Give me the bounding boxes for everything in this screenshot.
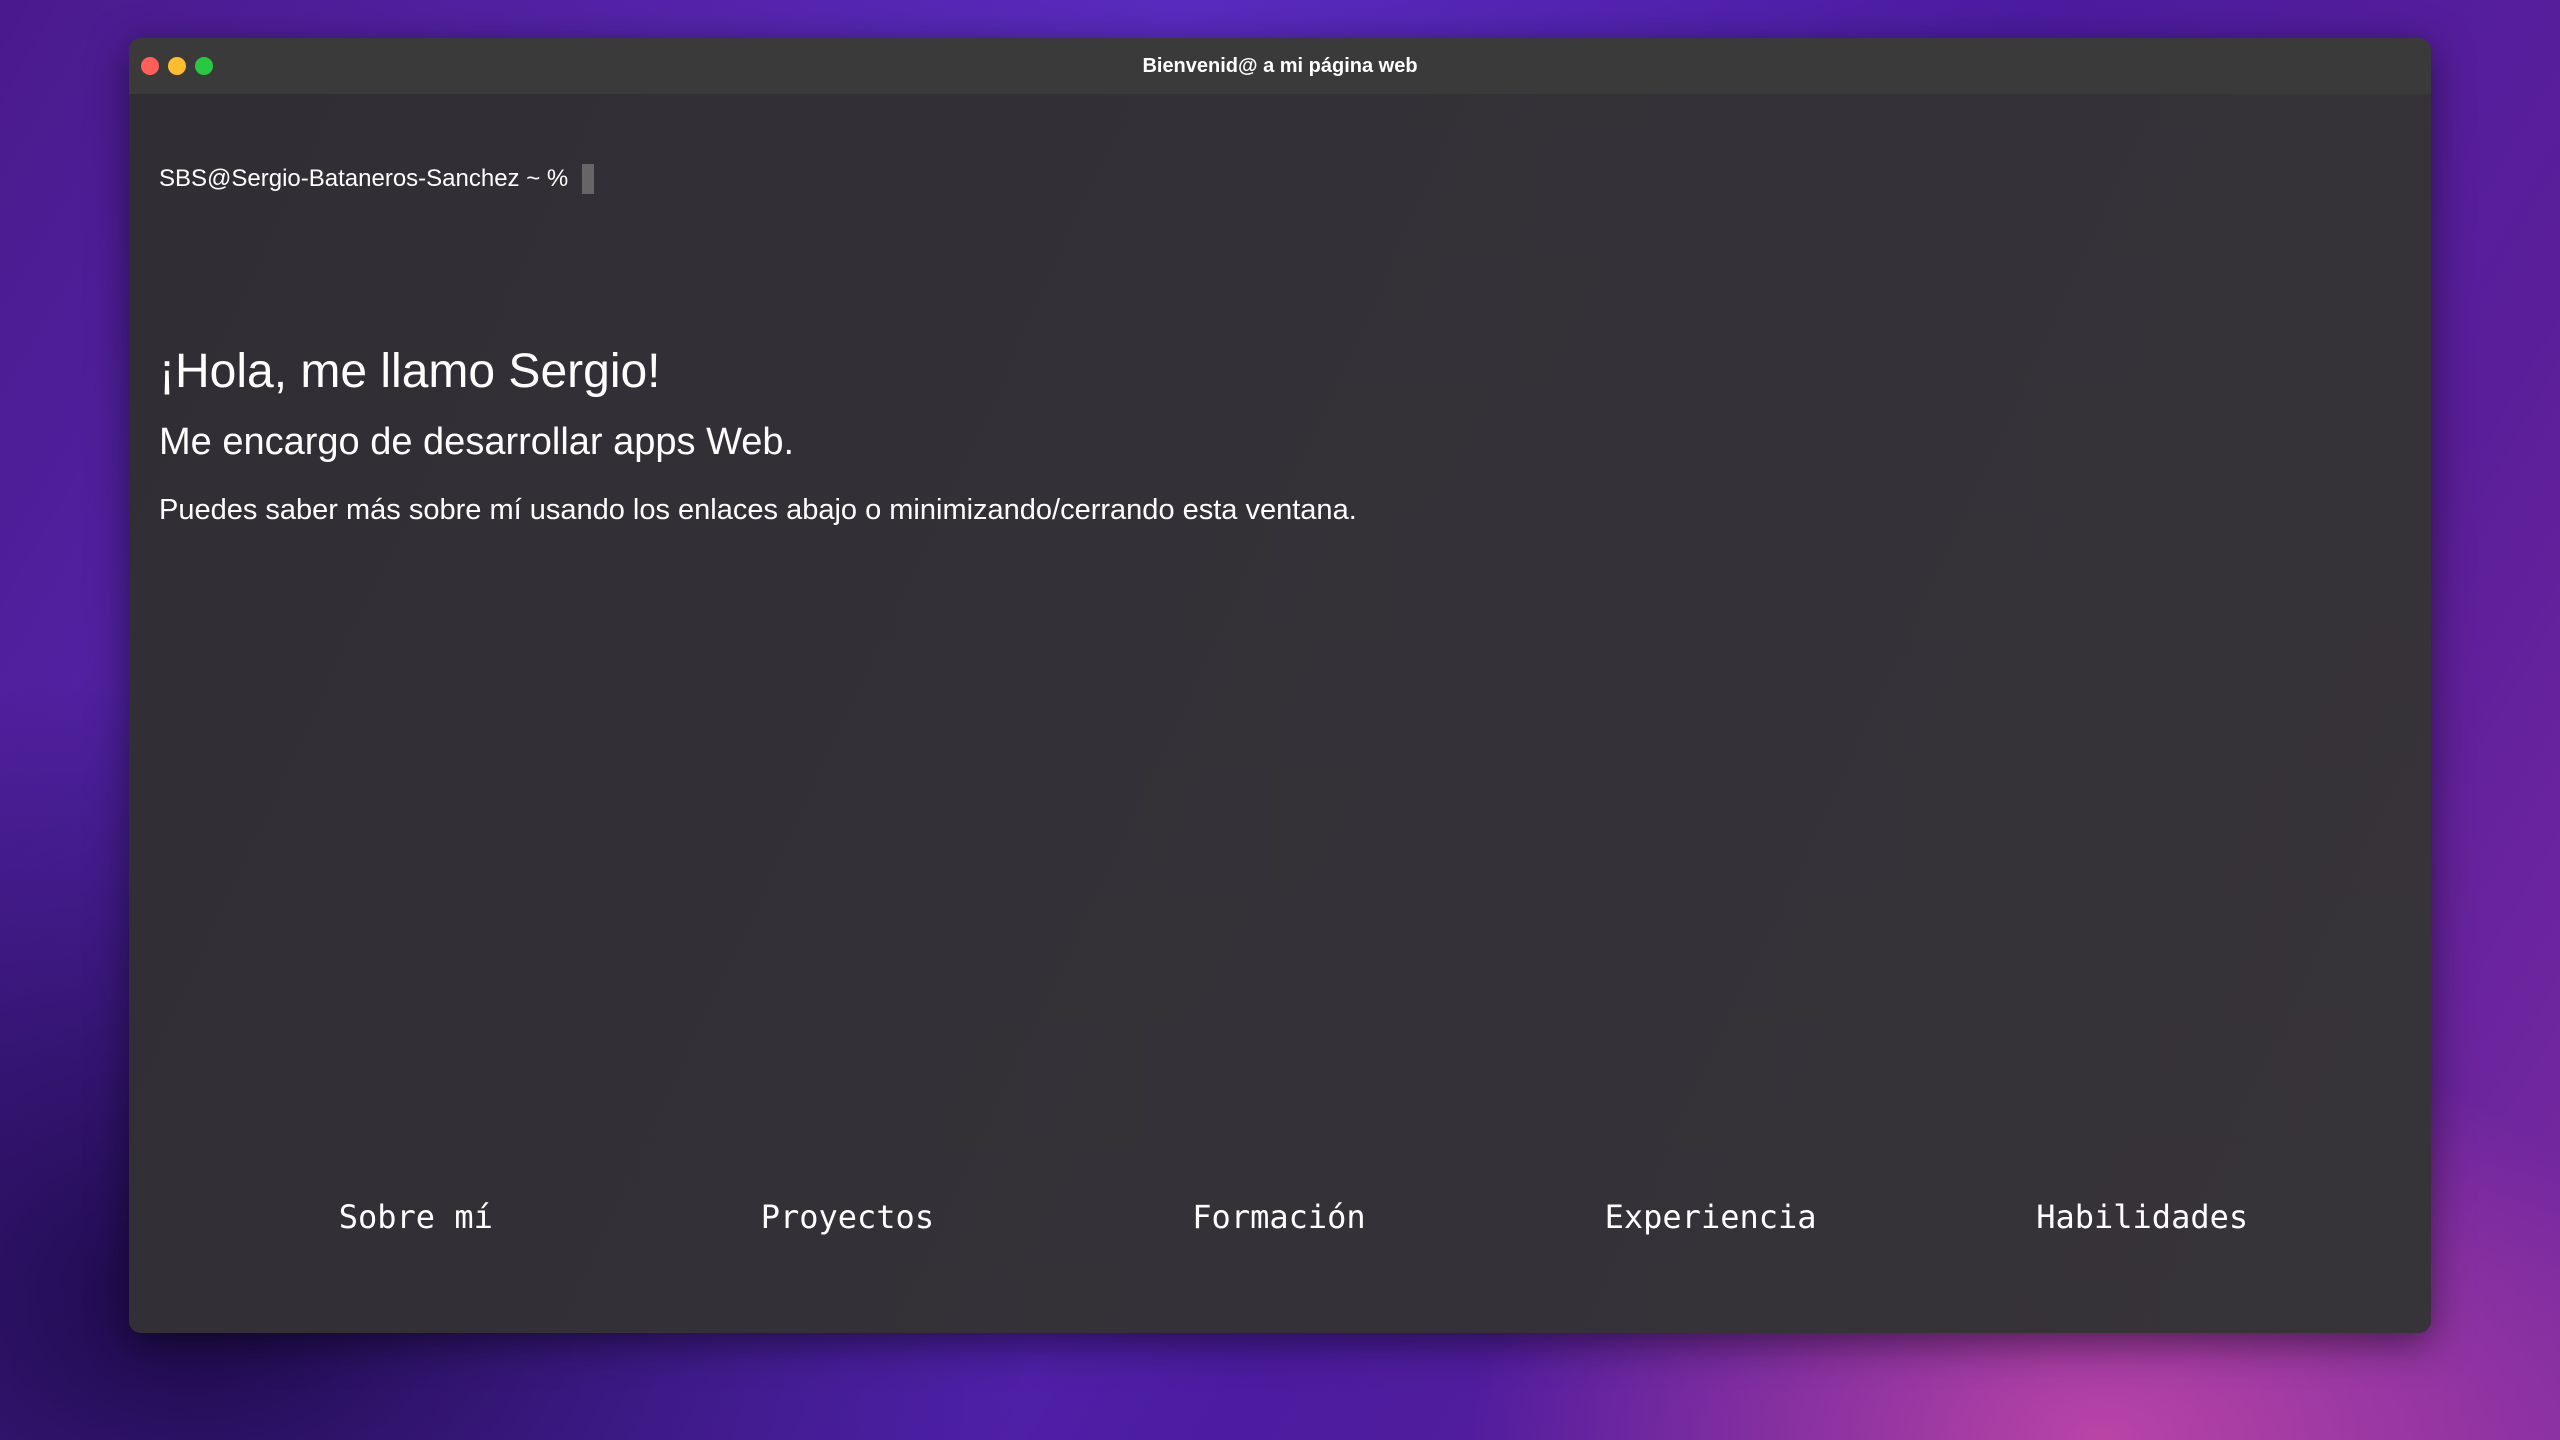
nav-link-habilidades[interactable]: Habilidades — [1926, 1198, 2358, 1236]
title-bar[interactable]: Bienvenid@ a mi página web — [129, 38, 2431, 94]
page-subtitle: Me encargo de desarrollar apps Web. — [159, 421, 795, 463]
nav-link-sobre-mi[interactable]: Sobre mí — [200, 1198, 632, 1236]
cursor-icon — [582, 164, 595, 194]
terminal-window: Bienvenid@ a mi página web SBS@Sergio-Ba… — [129, 38, 2431, 1333]
prompt-text: SBS@Sergio-Bataneros-Sanchez ~ % — [159, 165, 569, 192]
terminal-content: SBS@Sergio-Bataneros-Sanchez ~ % ¡Hola, … — [129, 164, 2431, 527]
nav-link-proyectos[interactable]: Proyectos — [632, 1198, 1064, 1236]
nav-link-formacion[interactable]: Formación — [1063, 1198, 1495, 1236]
window-title: Bienvenid@ a mi página web — [1142, 55, 1418, 77]
terminal-prompt: SBS@Sergio-Bataneros-Sanchez ~ % — [159, 164, 2401, 194]
nav-link-experiencia[interactable]: Experiencia — [1495, 1198, 1927, 1236]
page-description: Puedes saber más sobre mí usando los enl… — [159, 494, 1357, 526]
nav-links: Sobre mí Proyectos Formación Experiencia… — [200, 1198, 2358, 1236]
page-title: ¡Hola, me llamo Sergio! — [159, 345, 661, 398]
